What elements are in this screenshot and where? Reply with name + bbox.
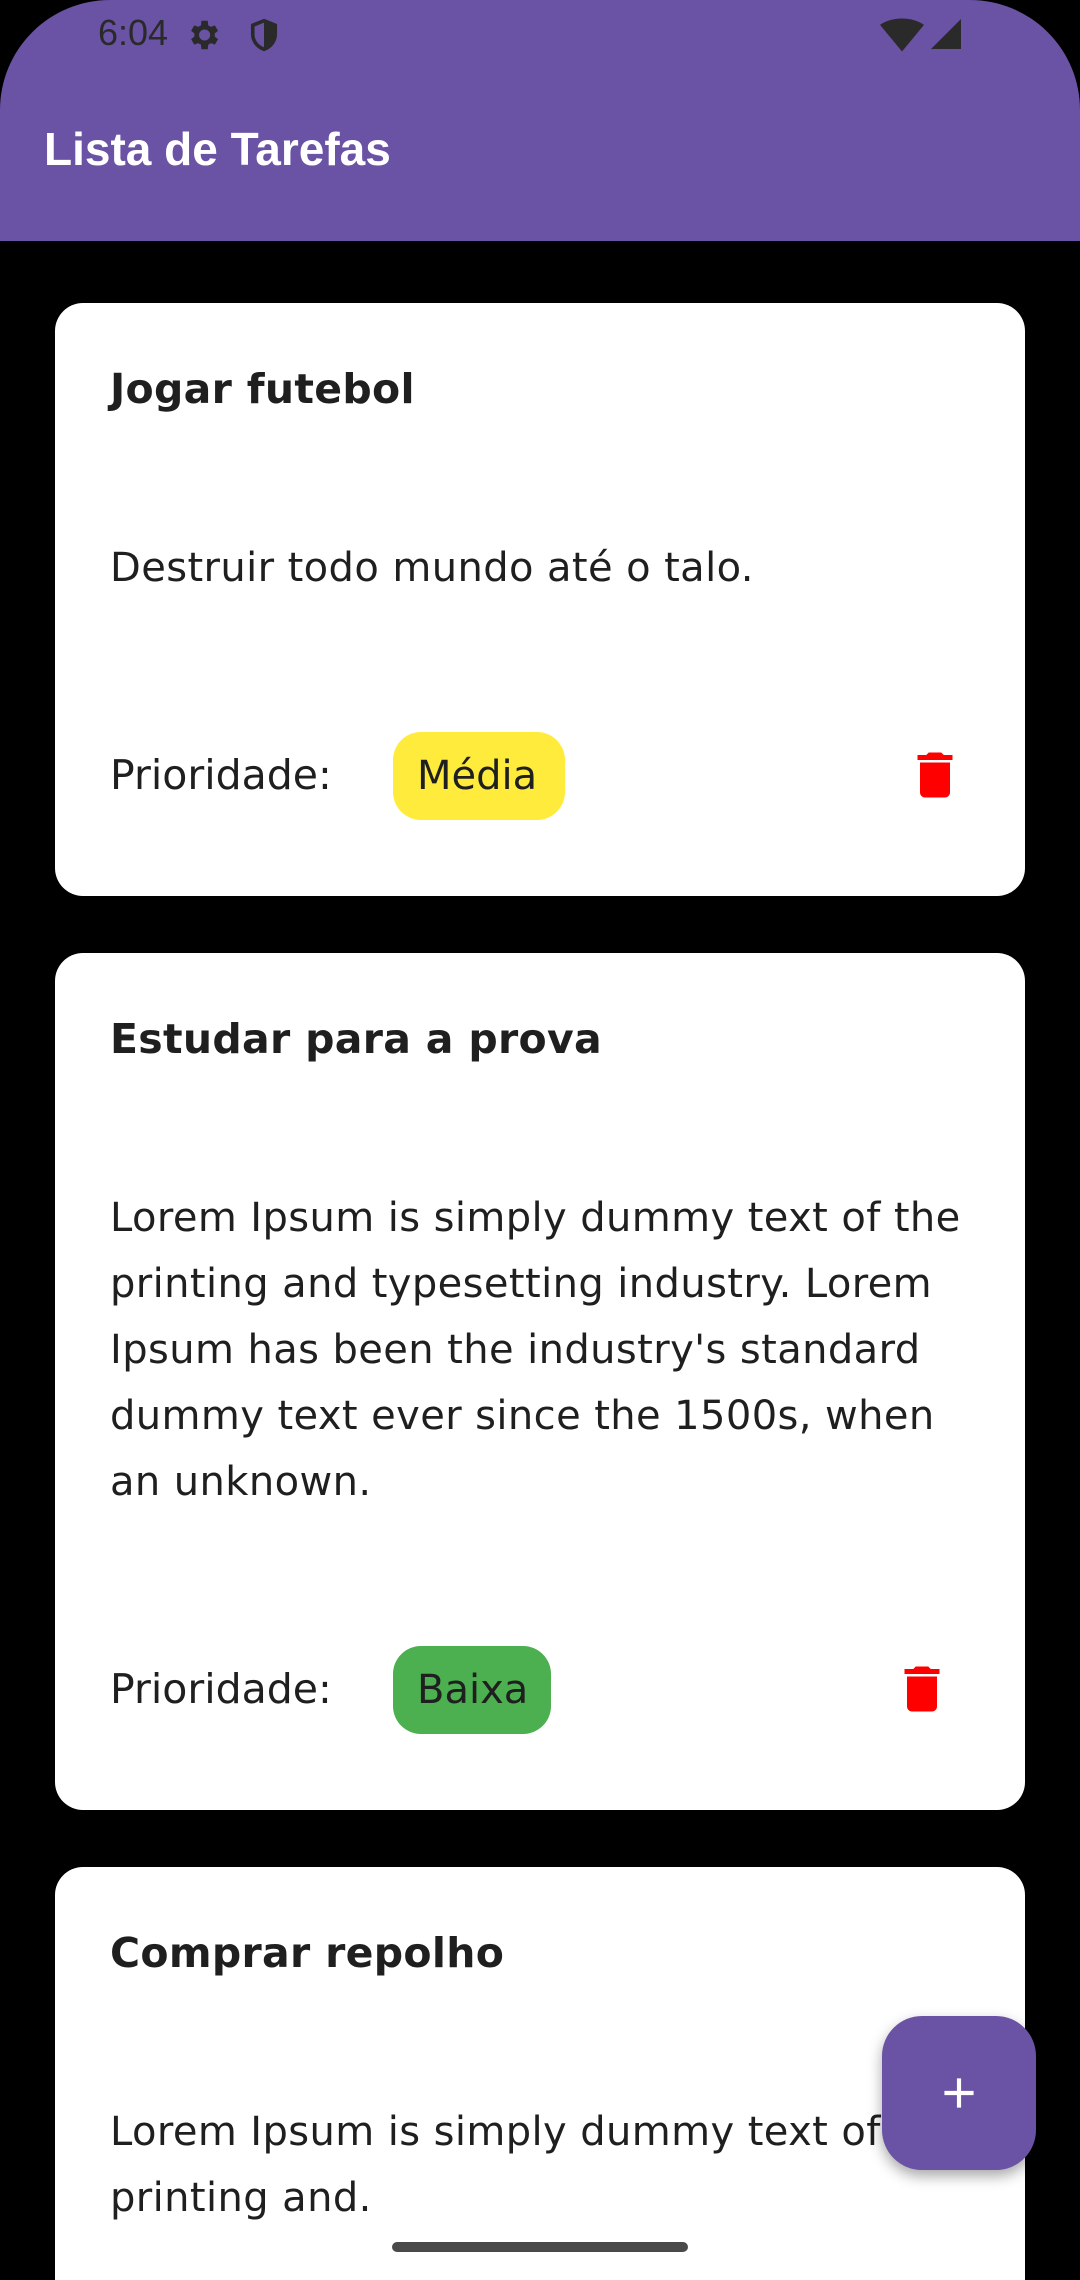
app-screen: 6:04 Lista de Tarefas Jogar futebol Dest… [0, 0, 1080, 2280]
task-card[interactable]: Estudar para a prova Lorem Ipsum is simp… [55, 953, 1025, 1810]
task-description: Lorem Ipsum is simply dummy text of the … [110, 2109, 961, 2221]
add-task-button[interactable] [882, 2016, 1036, 2170]
priority-label: Prioridade: [110, 751, 332, 799]
task-card[interactable]: Jogar futebol Destruir todo mundo até o … [55, 303, 1025, 896]
wifi-icon [880, 18, 924, 57]
status-bar: 6:04 [0, 0, 1080, 68]
status-time: 6:04 [98, 12, 169, 53]
priority-chip: Média [393, 732, 565, 820]
gesture-nav-handle[interactable] [392, 2242, 688, 2252]
delete-icon[interactable] [892, 1659, 952, 1719]
delete-icon[interactable] [905, 745, 965, 805]
plus-icon [944, 2078, 974, 2108]
app-title: Lista de Tarefas [44, 123, 391, 175]
priority-chip: Baixa [393, 1646, 551, 1734]
shield-icon [246, 16, 282, 59]
priority-label: Prioridade: [110, 1665, 332, 1713]
top-app-bar: 6:04 Lista de Tarefas [0, 0, 1080, 241]
task-description: Destruir todo mundo até o talo. [110, 545, 754, 591]
task-title: Comprar repolho [110, 1929, 505, 1977]
task-card[interactable]: Comprar repolho Lorem Ipsum is simply du… [55, 1867, 1025, 2280]
signal-icon [928, 16, 964, 57]
task-title: Jogar futebol [110, 365, 415, 413]
task-title: Estudar para a prova [110, 1015, 602, 1063]
gear-icon [184, 16, 222, 59]
task-description: Lorem Ipsum is simply dummy text of the … [110, 1195, 961, 1505]
